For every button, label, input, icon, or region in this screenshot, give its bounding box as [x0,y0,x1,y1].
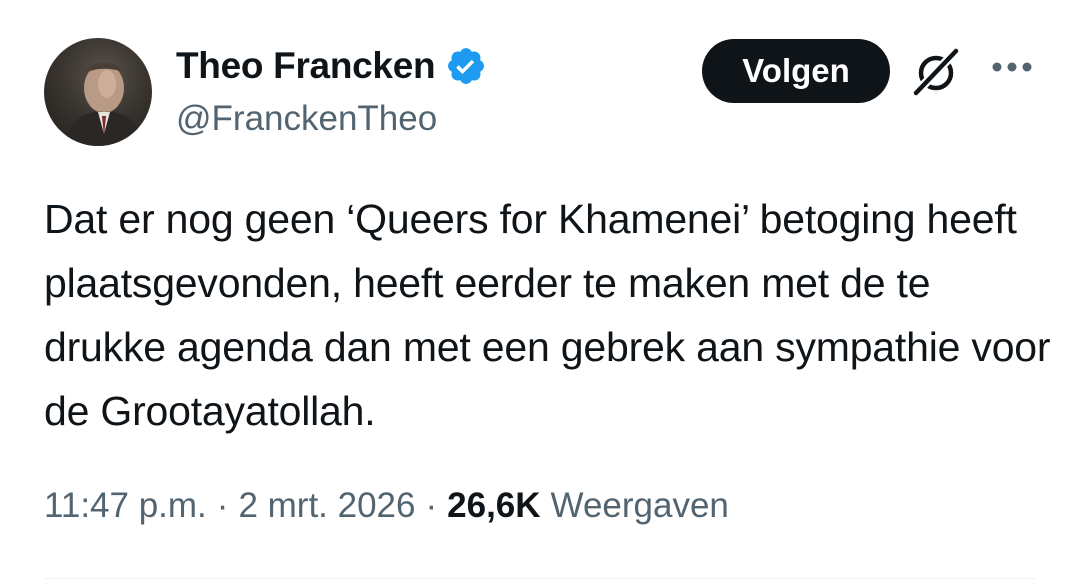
divider [44,578,1036,579]
meta-separator: · [425,486,438,525]
verified-badge-icon[interactable] [445,45,487,87]
author-name-row: Theo Francken [176,44,487,88]
views-label: Weergaven [550,486,729,525]
meta-separator: · [216,486,229,525]
follow-button[interactable]: Volgen [702,39,890,103]
tweet-meta: 11:47 p.m. · 2 mrt. 2026 · 26,6K Weergav… [44,486,729,526]
more-options-icon[interactable] [990,57,1034,77]
tweet-time[interactable]: 11:47 p.m. [44,486,207,526]
profile-photo-icon [64,62,144,146]
author-display-name[interactable]: Theo Francken [176,45,436,87]
tweet-text: Dat er nog geen ‘Queers for Khamenei’ be… [44,196,1051,434]
tweet-card: Theo Francken @FranckenTheo Volgen Dat e… [0,0,1080,582]
views-count[interactable]: 26,6K [447,486,540,526]
author-handle[interactable]: @FranckenTheo [176,99,437,139]
avatar[interactable] [44,38,152,146]
grok-icon[interactable] [910,46,962,98]
tweet-date[interactable]: 2 mrt. 2026 [238,486,415,526]
